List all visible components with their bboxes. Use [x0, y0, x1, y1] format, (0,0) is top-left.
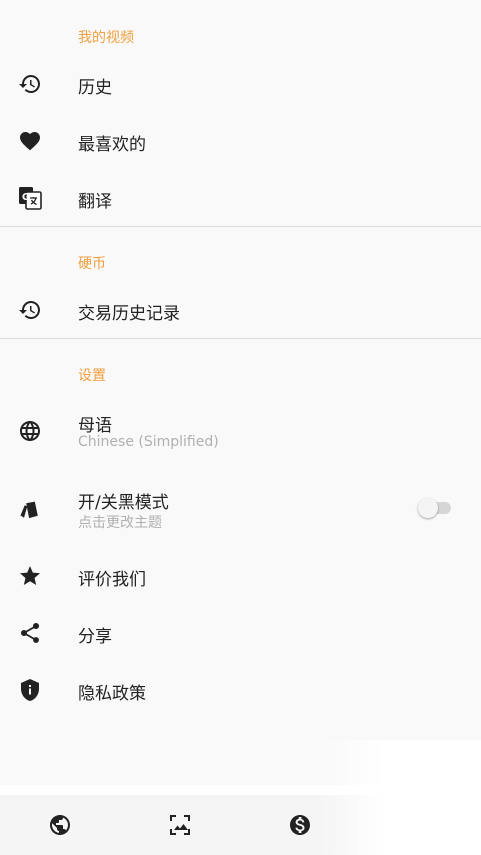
menu-item-label: 翻译 — [78, 192, 112, 212]
toggle-thumb — [418, 498, 438, 518]
section-divider — [0, 338, 481, 339]
menu-item-share[interactable]: 分享 — [0, 605, 481, 661]
image-icon[interactable] — [168, 813, 192, 837]
section-header-videos: 我的视频 — [78, 30, 134, 46]
menu-item-label: 最喜欢的 — [78, 135, 146, 155]
menu-item-label: 分享 — [78, 627, 112, 647]
menu-item-label: 隐私政策 — [78, 684, 146, 704]
menu-item-rate[interactable]: 评价我们 — [0, 548, 481, 604]
globe-icon — [18, 419, 42, 443]
svg-text:G: G — [22, 192, 30, 203]
section-header-settings: 设置 — [78, 368, 106, 384]
dark-mode-toggle[interactable] — [418, 498, 452, 518]
menu-item-label: 交易历史记录 — [78, 304, 180, 324]
history-icon — [18, 72, 42, 96]
menu-item-favorites[interactable]: 最喜欢的 — [0, 113, 481, 169]
history-icon — [18, 298, 42, 322]
menu-item-native-language[interactable]: 母语 Chinese (Simplified) — [0, 402, 481, 462]
menu-item-label: 开/关黑模式 — [78, 493, 169, 513]
navigation-drawer: 我的视频 历史 最喜欢的 G 翻译 硬币 交易历史记录 设置 母语 Chines… — [0, 0, 481, 785]
star-icon — [18, 564, 42, 588]
share-icon — [18, 621, 42, 645]
menu-item-label: 评价我们 — [78, 570, 146, 590]
native-language-value: Chinese (Simplified) — [78, 434, 219, 450]
menu-item-dark-mode[interactable]: 开/关黑模式 点击更改主题 — [0, 480, 481, 540]
cards-icon — [18, 498, 42, 522]
drawer-edge-fade — [320, 740, 481, 855]
menu-item-label: 历史 — [78, 78, 112, 98]
heart-icon — [18, 129, 42, 153]
earth-icon[interactable] — [48, 813, 72, 837]
menu-item-privacy[interactable]: 隐私政策 — [0, 662, 481, 718]
menu-item-history[interactable]: 历史 — [0, 56, 481, 112]
dollar-coin-icon[interactable] — [288, 813, 312, 837]
shield-icon — [18, 678, 42, 702]
menu-item-transactions[interactable]: 交易历史记录 — [0, 282, 481, 338]
menu-item-translate[interactable]: G 翻译 — [0, 170, 481, 226]
menu-item-label: 母语 — [78, 416, 112, 436]
google-translate-icon: G — [18, 186, 42, 210]
dark-mode-hint: 点击更改主题 — [78, 515, 162, 531]
section-header-coins: 硬币 — [78, 256, 106, 272]
section-divider — [0, 226, 481, 227]
